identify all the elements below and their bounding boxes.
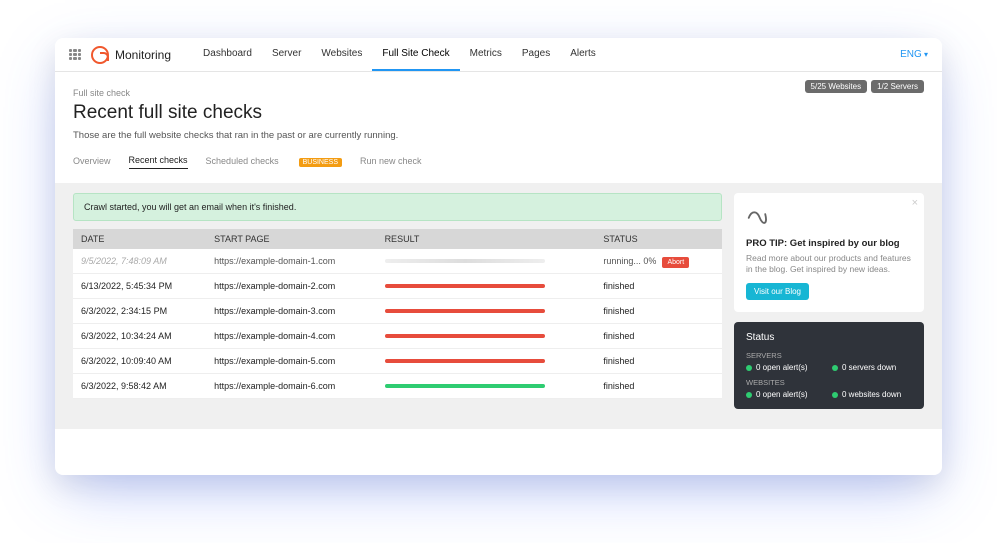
col-header: RESULT — [377, 229, 596, 249]
business-badge: BUSINESS — [299, 158, 342, 167]
quota-websites-badge: 5/25 Websites — [805, 80, 868, 93]
main-nav: DashboardServerWebsitesFull Site CheckMe… — [193, 38, 606, 71]
tab-overview[interactable]: Overview — [73, 156, 111, 169]
cell-result — [377, 249, 596, 274]
cell-status: finished — [595, 299, 722, 324]
table-row[interactable]: 6/3/2022, 10:34:24 AMhttps://example-dom… — [73, 324, 722, 349]
cell-date: 9/5/2022, 7:48:09 AM — [73, 249, 206, 274]
cell-status: finished — [595, 324, 722, 349]
brand-logo-icon — [91, 46, 109, 64]
cell-result — [377, 349, 596, 374]
tip-title: PRO TIP: Get inspired by our blog — [746, 238, 912, 249]
table-row[interactable]: 6/3/2022, 9:58:42 AMhttps://example-doma… — [73, 374, 722, 399]
tab-recent-checks[interactable]: Recent checks — [129, 155, 188, 169]
topbar: Monitoring DashboardServerWebsitesFull S… — [55, 38, 942, 72]
nav-item-metrics[interactable]: Metrics — [460, 38, 512, 71]
page-title: Recent full site checks — [73, 102, 924, 124]
quota-servers-badge: 1/2 Servers — [871, 80, 924, 93]
nav-item-dashboard[interactable]: Dashboard — [193, 38, 262, 71]
visit-blog-button[interactable]: Visit our Blog — [746, 283, 809, 300]
tab-run-new-check[interactable]: Run new check — [360, 156, 422, 169]
cell-result — [377, 299, 596, 324]
status-websites-down: 0 websites down — [832, 390, 912, 399]
tab-scheduled-checks[interactable]: Scheduled checks — [206, 156, 279, 169]
content-tabs: Overview Recent checks Scheduled checks BUS… — [73, 155, 924, 169]
result-bar — [385, 384, 545, 388]
cell-status: running... 0%Abort — [595, 249, 722, 274]
result-bar — [385, 259, 545, 263]
col-header: STATUS — [595, 229, 722, 249]
brand-logo[interactable]: Monitoring — [91, 46, 171, 64]
status-websites-alerts: 0 open alert(s) — [746, 390, 826, 399]
nav-item-pages[interactable]: Pages — [512, 38, 560, 71]
language-selector[interactable]: ENG — [900, 49, 928, 60]
table-row[interactable]: 6/3/2022, 10:09:40 AMhttps://example-dom… — [73, 349, 722, 374]
status-servers-down: 0 servers down — [832, 363, 912, 372]
cell-result — [377, 274, 596, 299]
quota-badges: 5/25 Websites 1/2 Servers — [805, 80, 924, 93]
cell-date: 6/3/2022, 2:34:15 PM — [73, 299, 206, 324]
brand-name: Monitoring — [115, 48, 171, 62]
tip-card: × PRO TIP: Get inspired by our blog Read… — [734, 193, 924, 312]
cell-start-page: https://example-domain-3.com — [206, 299, 376, 324]
cell-status: finished — [595, 274, 722, 299]
close-icon[interactable]: × — [912, 197, 918, 209]
cell-start-page: https://example-domain-5.com — [206, 349, 376, 374]
cell-start-page: https://example-domain-6.com — [206, 374, 376, 399]
cell-date: 6/13/2022, 5:45:34 PM — [73, 274, 206, 299]
nav-item-server[interactable]: Server — [262, 38, 311, 71]
table-row[interactable]: 6/13/2022, 5:45:34 PMhttps://example-dom… — [73, 274, 722, 299]
tip-text: Read more about our products and feature… — [746, 253, 912, 275]
result-bar — [385, 334, 545, 338]
col-header: START PAGE — [206, 229, 376, 249]
status-title: Status — [746, 332, 912, 343]
checks-table: DATESTART PAGERESULTSTATUS 9/5/2022, 7:4… — [73, 229, 722, 399]
cell-status: finished — [595, 374, 722, 399]
result-bar — [385, 309, 545, 313]
app-grid-icon[interactable] — [69, 49, 81, 61]
cell-result — [377, 324, 596, 349]
status-servers-alerts: 0 open alert(s) — [746, 363, 826, 372]
nav-item-websites[interactable]: Websites — [311, 38, 372, 71]
table-row[interactable]: 9/5/2022, 7:48:09 AMhttps://example-doma… — [73, 249, 722, 274]
cell-start-page: https://example-domain-2.com — [206, 274, 376, 299]
breadcrumb: Full site check — [73, 88, 924, 98]
abort-button[interactable]: Abort — [662, 257, 689, 268]
nav-item-alerts[interactable]: Alerts — [560, 38, 606, 71]
cell-start-page: https://example-domain-4.com — [206, 324, 376, 349]
cell-date: 6/3/2022, 10:09:40 AM — [73, 349, 206, 374]
result-bar — [385, 284, 545, 288]
col-header: DATE — [73, 229, 206, 249]
status-card: Status SERVERS 0 open alert(s) 0 servers… — [734, 322, 924, 409]
cell-date: 6/3/2022, 9:58:42 AM — [73, 374, 206, 399]
cell-status: finished — [595, 349, 722, 374]
table-row[interactable]: 6/3/2022, 2:34:15 PMhttps://example-doma… — [73, 299, 722, 324]
cell-start-page: https://example-domain-1.com — [206, 249, 376, 274]
status-websites-label: WEBSITES — [746, 378, 912, 387]
alert-crawl-started: Crawl started, you will get an email whe… — [73, 193, 722, 221]
result-bar — [385, 359, 545, 363]
page-subtitle: Those are the full website checks that r… — [73, 130, 924, 141]
tip-icon — [746, 205, 768, 227]
status-servers-label: SERVERS — [746, 351, 912, 360]
cell-result — [377, 374, 596, 399]
nav-item-full-site-check[interactable]: Full Site Check — [372, 38, 459, 71]
cell-date: 6/3/2022, 10:34:24 AM — [73, 324, 206, 349]
